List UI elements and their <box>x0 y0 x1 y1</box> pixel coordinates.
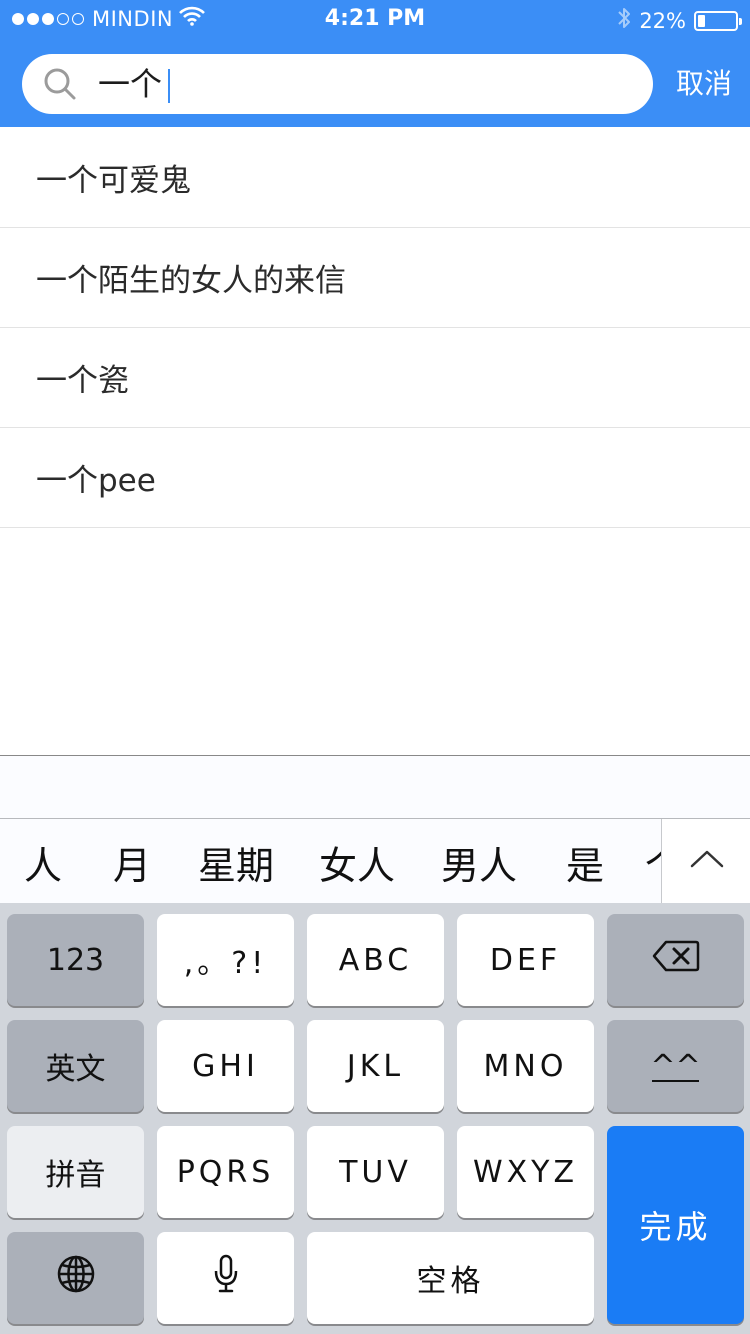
key-tuv[interactable]: TUV <box>307 1126 444 1218</box>
done-key[interactable]: 完成 <box>607 1126 744 1324</box>
search-input[interactable]: 一个 <box>98 65 171 103</box>
suggestion-item[interactable]: 一个可爱鬼 <box>0 128 750 228</box>
key-abc[interactable]: ABC <box>307 914 444 1006</box>
search-header: MINDIN 4:21 PM 22% 一个 取消 <box>0 0 750 127</box>
battery-percent: 22% <box>639 8 686 33</box>
candidate-word[interactable]: 月 <box>113 835 151 890</box>
globe-icon <box>56 1254 96 1302</box>
text-caret <box>168 69 171 103</box>
suggestion-item[interactable]: 一个瓷 <box>0 328 750 428</box>
search-icon <box>42 66 78 106</box>
suggestion-list: 一个可爱鬼 一个陌生的女人的来信 一个瓷 一个pee <box>0 128 750 528</box>
candidate-word[interactable]: 星期 <box>198 835 274 890</box>
status-bar: MINDIN 4:21 PM 22% <box>0 0 750 40</box>
backspace-icon <box>652 939 700 981</box>
candidate-word[interactable]: 人 <box>24 835 62 890</box>
key-wxyz[interactable]: WXYZ <box>457 1126 594 1218</box>
emoticon-label: ^^ <box>650 1049 700 1084</box>
candidate-word[interactable]: 女人 <box>319 835 395 890</box>
pinyin-key[interactable]: 拼音 <box>7 1126 144 1218</box>
keyboard: 123 ,。?! ABC DEF 英文 GHI JKL MNO ^^ 拼音 PQ… <box>0 903 750 1334</box>
emoticon-key[interactable]: ^^ <box>607 1020 744 1112</box>
candidate-word[interactable]: 个 <box>645 835 661 890</box>
globe-key[interactable] <box>7 1232 144 1324</box>
microphone-key[interactable] <box>157 1232 294 1324</box>
cancel-button[interactable]: 取消 <box>676 66 732 102</box>
key-def[interactable]: DEF <box>457 914 594 1006</box>
expand-candidates-button[interactable] <box>661 819 750 903</box>
candidate-word[interactable]: 男人 <box>441 835 517 890</box>
key-mno[interactable]: MNO <box>457 1020 594 1112</box>
microphone-icon <box>213 1254 239 1302</box>
candidate-bar: 人 月 星期 女人 男人 是 个 <box>0 818 750 904</box>
emoticon-text: ^^ <box>650 1048 701 1084</box>
key-pqrs[interactable]: PQRS <box>157 1126 294 1218</box>
punctuation-key[interactable]: ,。?! <box>157 914 294 1006</box>
backspace-key[interactable] <box>607 914 744 1006</box>
numbers-key[interactable]: 123 <box>7 914 144 1006</box>
search-field[interactable]: 一个 <box>22 54 653 114</box>
bluetooth-icon <box>617 6 631 35</box>
status-right: 22% <box>617 6 742 35</box>
key-jkl[interactable]: JKL <box>307 1020 444 1112</box>
chevron-up-icon <box>690 849 724 873</box>
space-key[interactable]: 空格 <box>307 1232 594 1324</box>
candidate-word[interactable]: 是 <box>566 835 604 890</box>
key-ghi[interactable]: GHI <box>157 1020 294 1112</box>
battery-icon <box>694 10 742 31</box>
search-input-text: 一个 <box>98 65 163 103</box>
emoticon-mouth <box>652 1079 699 1082</box>
keyboard-input-strip <box>0 755 750 820</box>
english-key[interactable]: 英文 <box>7 1020 144 1112</box>
suggestion-item[interactable]: 一个pee <box>0 428 750 528</box>
suggestion-item[interactable]: 一个陌生的女人的来信 <box>0 228 750 328</box>
